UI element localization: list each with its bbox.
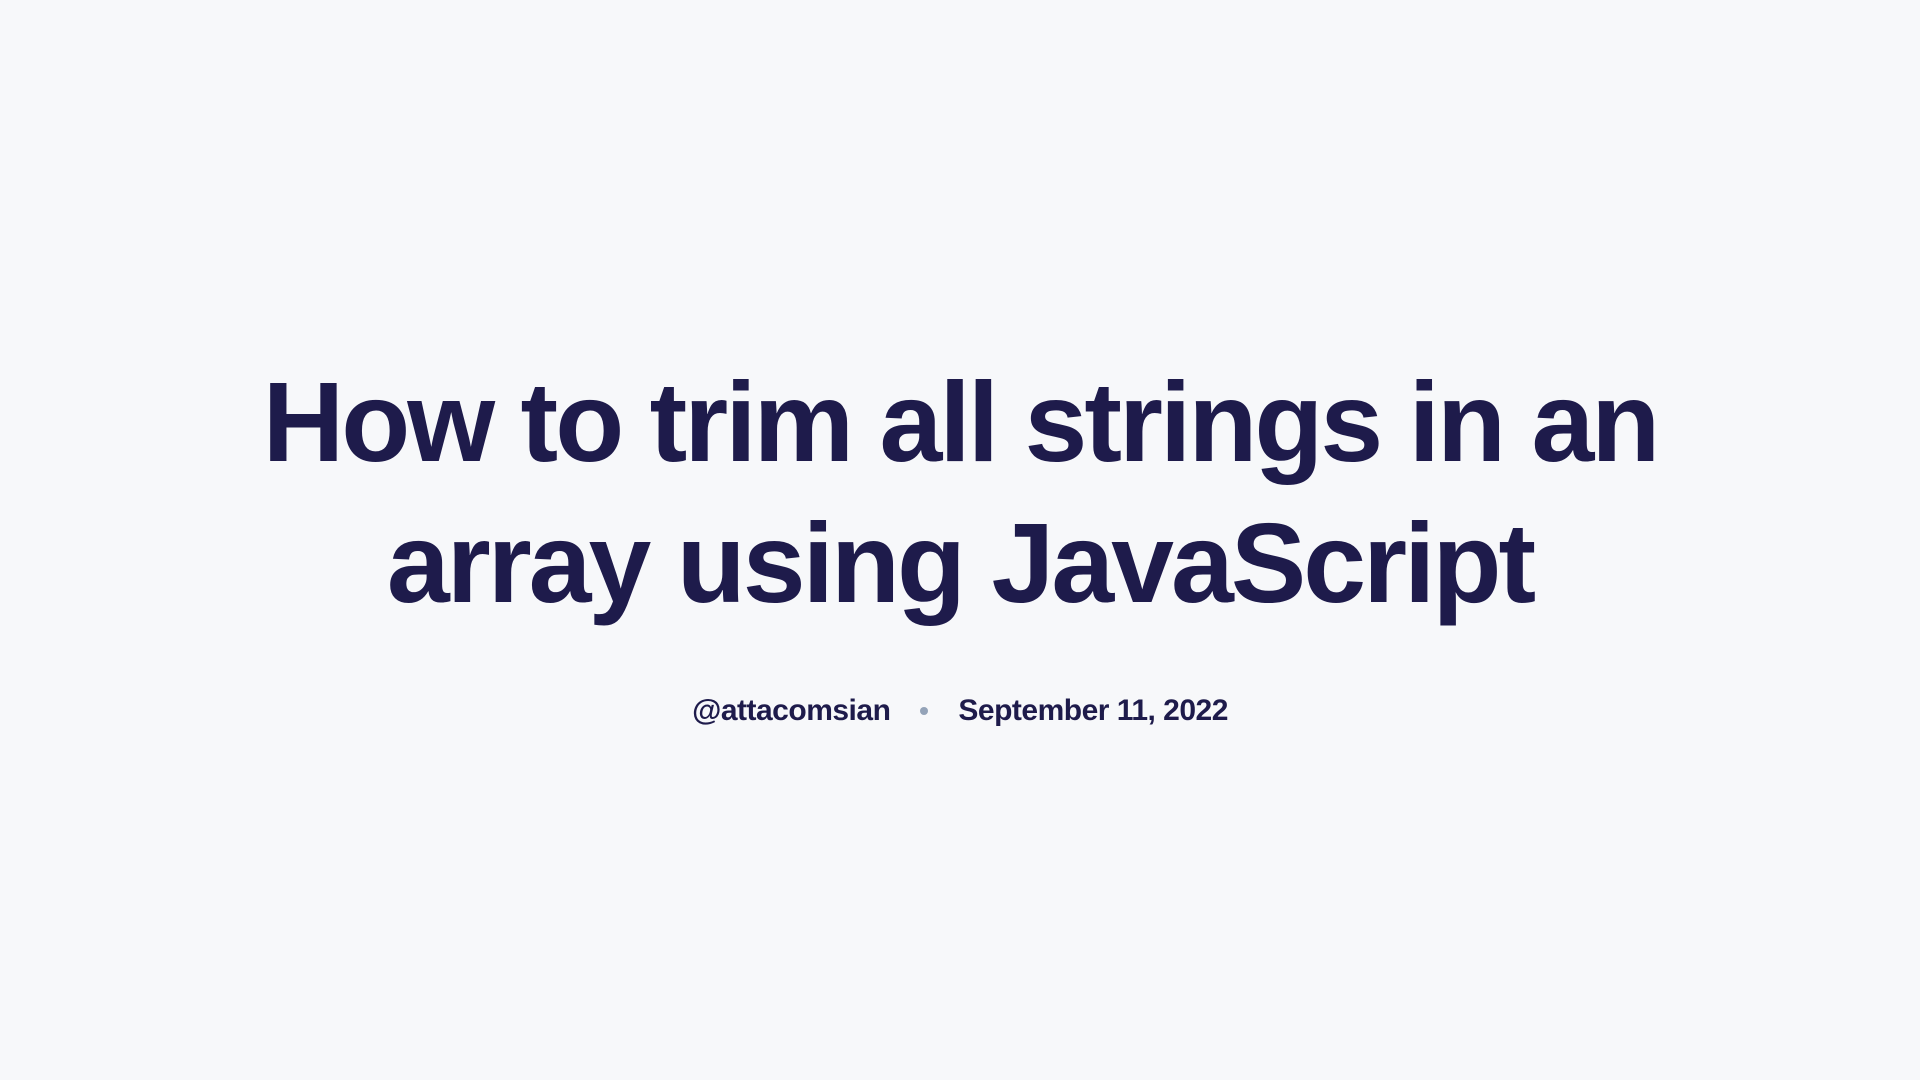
- article-author: @attacomsian: [692, 694, 890, 728]
- article-date: September 11, 2022: [958, 694, 1228, 728]
- article-title: How to trim all strings in an array usin…: [260, 352, 1660, 635]
- meta-separator-icon: [920, 707, 928, 715]
- article-header: How to trim all strings in an array usin…: [260, 352, 1660, 729]
- article-meta: @attacomsian September 11, 2022: [692, 694, 1228, 728]
